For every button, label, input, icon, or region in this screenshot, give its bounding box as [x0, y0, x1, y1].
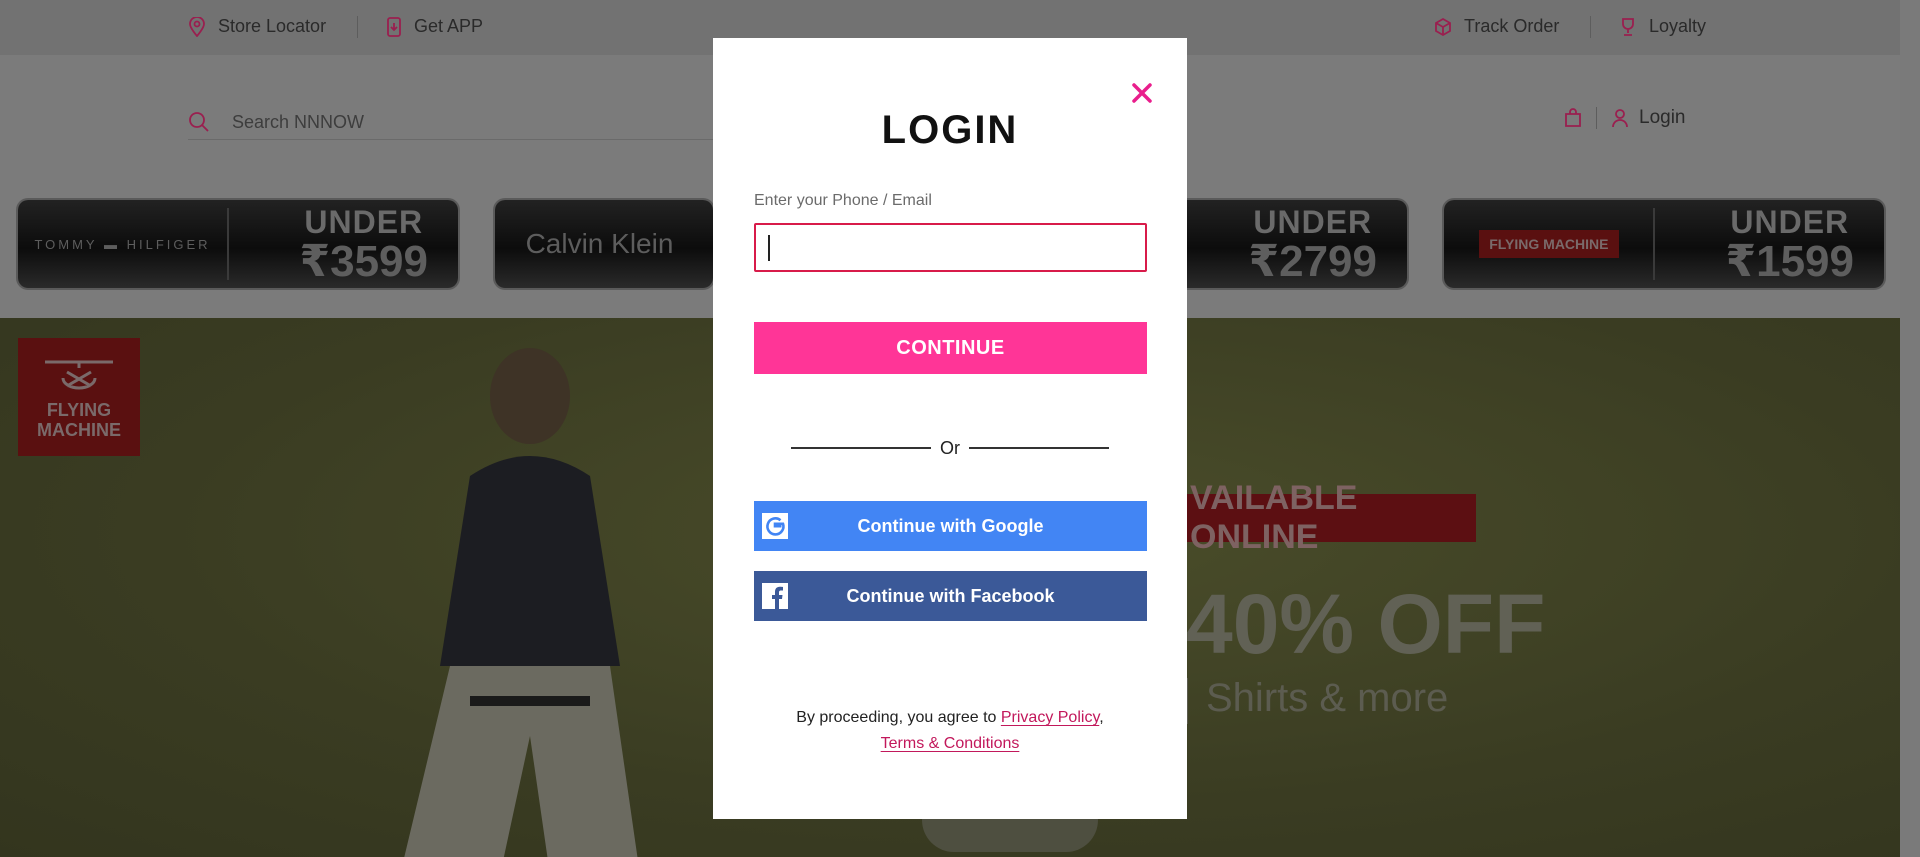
google-icon	[762, 513, 788, 539]
topbar-divider	[357, 16, 358, 38]
close-button[interactable]	[1127, 78, 1157, 108]
loyalty-link[interactable]: Loyalty	[1619, 16, 1706, 37]
brand-logo: FLYING MACHINE	[1444, 200, 1653, 288]
brand-banner-calvin-klein[interactable]: Calvin Klein	[495, 200, 713, 288]
legal-notice: By proceeding, you agree to Privacy Poli…	[713, 705, 1187, 757]
cart-bag-icon[interactable]	[1564, 108, 1582, 128]
banner-divider	[227, 208, 229, 280]
brand-logo: TOMMY ▬ HILFIGER	[34, 236, 211, 252]
terms-conditions-link[interactable]: Terms & Conditions	[881, 735, 1020, 752]
or-divider: Or	[791, 436, 1109, 460]
legal-prefix: By proceeding, you agree to	[796, 709, 1001, 726]
banner-divider	[1653, 208, 1655, 280]
privacy-policy-link[interactable]: Privacy Policy	[1001, 709, 1099, 726]
google-login-button[interactable]: Continue with Google	[754, 501, 1147, 551]
flying-machine-logo: FLYING MACHINE	[18, 338, 140, 456]
banner-under: UNDER	[1730, 204, 1850, 240]
phone-email-label: Enter your Phone / Email	[754, 192, 932, 209]
get-app-label: Get APP	[414, 16, 484, 36]
phone-icon	[387, 16, 401, 37]
close-icon	[1132, 83, 1152, 103]
search-input[interactable]	[230, 110, 674, 134]
phone-email-input[interactable]	[754, 223, 1147, 272]
trophy-icon	[1622, 17, 1634, 36]
or-line-right	[969, 447, 1109, 449]
modal-title: LOGIN	[881, 108, 1019, 152]
banner-offer: UNDER ₹2799	[1249, 206, 1378, 284]
brand-banner-flying-machine[interactable]: FLYING MACHINE UNDER ₹1599	[1444, 200, 1884, 288]
google-button-label: Continue with Google	[857, 515, 1044, 536]
topbar-divider	[1590, 16, 1591, 38]
availability-badge: VAILABLE ONLINE	[1170, 479, 1476, 556]
banner-price: ₹3599	[299, 237, 429, 286]
or-label: Or	[940, 438, 960, 458]
login-link[interactable]: Login	[1611, 107, 1686, 129]
hero-subtitle: Shirts & more	[1206, 676, 1449, 720]
facebook-button-label: Continue with Facebook	[846, 585, 1055, 606]
get-app-link[interactable]: Get APP	[386, 16, 483, 37]
store-locator-link[interactable]: Store Locator	[188, 16, 326, 37]
header-actions: Login	[1564, 107, 1686, 129]
logo-line-1: FLYING	[46, 400, 112, 420]
banner-price: ₹1599	[1725, 237, 1855, 286]
banner-offer: UNDER ₹3599	[300, 206, 429, 284]
banner-under: UNDER	[1253, 204, 1373, 240]
plane-icon	[45, 360, 113, 390]
banner-price: ₹2799	[1248, 237, 1378, 286]
banner-offer: UNDER ₹1599	[1726, 206, 1855, 284]
user-icon	[1612, 109, 1628, 128]
logo-line-2: MACHINE	[37, 420, 121, 440]
text-cursor	[768, 235, 770, 261]
brand-logo-text: FLYING MACHINE	[1478, 230, 1619, 258]
brand-banner-hidden[interactable]: UNDER ₹2799	[1187, 200, 1407, 288]
header-divider	[1596, 107, 1597, 129]
login-modal: LOGIN Enter your Phone / Email CONTINUE …	[713, 38, 1187, 819]
brand-logo: Calvin Klein	[525, 228, 674, 259]
model-photo	[404, 348, 638, 857]
search-bar	[188, 105, 728, 140]
continue-button[interactable]: CONTINUE	[754, 322, 1147, 374]
facebook-icon	[762, 583, 788, 609]
banner-under: UNDER	[304, 204, 424, 240]
facebook-login-button[interactable]: Continue with Facebook	[754, 571, 1147, 621]
track-order-link[interactable]: Track Order	[1434, 16, 1559, 37]
box-icon	[1435, 17, 1451, 36]
location-pin-icon	[189, 16, 205, 37]
discount-headline: 40% OFF	[1186, 577, 1546, 671]
login-label: Login	[1639, 107, 1686, 128]
track-order-label: Track Order	[1464, 16, 1560, 36]
brand-banner-tommy[interactable]: TOMMY ▬ HILFIGER UNDER ₹3599	[18, 200, 458, 288]
search-icon[interactable]	[188, 111, 210, 133]
store-locator-label: Store Locator	[218, 16, 327, 36]
legal-comma: ,	[1099, 709, 1104, 726]
loyalty-label: Loyalty	[1649, 16, 1707, 36]
